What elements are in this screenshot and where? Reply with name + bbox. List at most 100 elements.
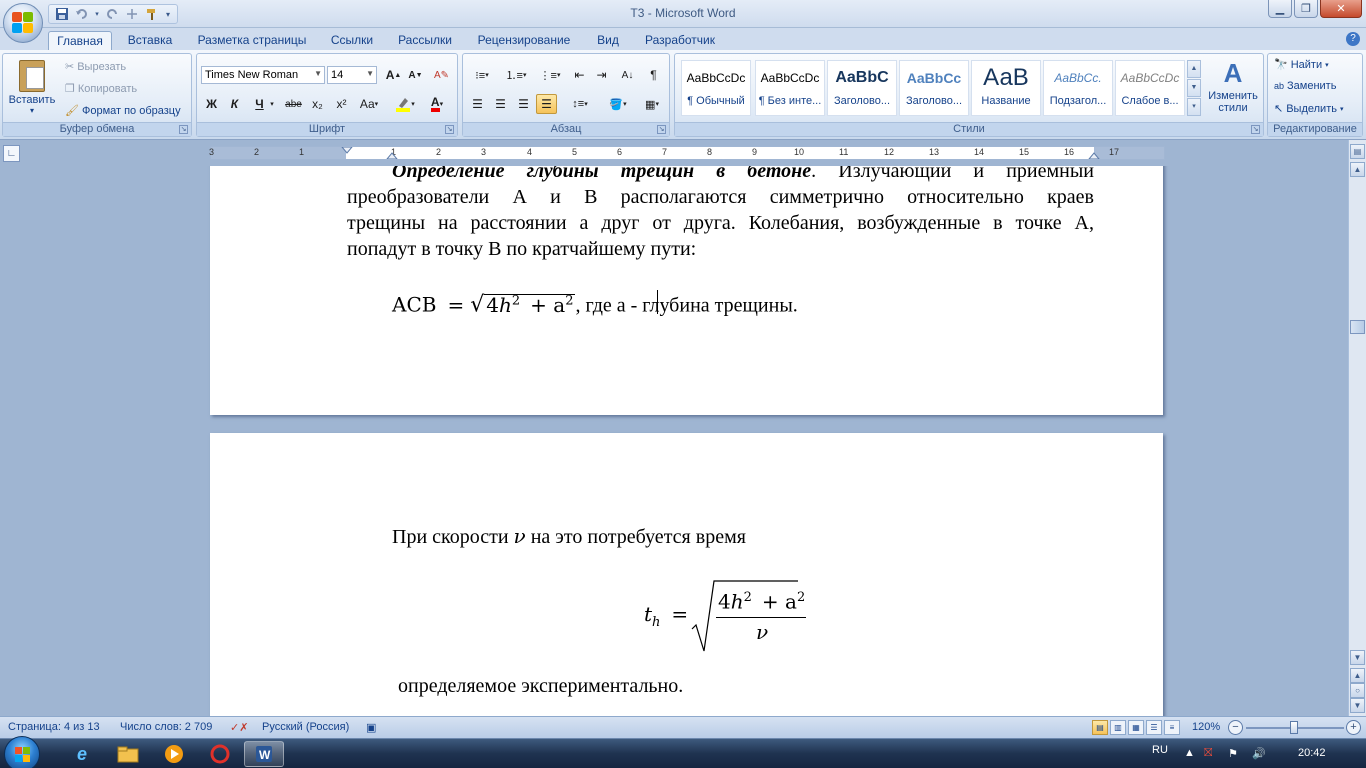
cut-button[interactable]: ✂ Вырезать bbox=[65, 60, 126, 74]
word-count[interactable]: Число слов: 2 709 bbox=[120, 721, 212, 733]
language-bar[interactable]: RU bbox=[1152, 744, 1168, 756]
close-icon[interactable]: ✕ bbox=[1320, 0, 1362, 18]
copy-button[interactable]: ❐ Копировать bbox=[65, 82, 137, 96]
web-layout-icon[interactable]: ▦ bbox=[1128, 720, 1144, 735]
vertical-scrollbar[interactable]: ▤ ▲ ▼ ▲ ○ ▼ bbox=[1348, 140, 1366, 716]
style-heading1[interactable]: AaBbC Заголово... bbox=[827, 60, 897, 116]
style-no-spacing[interactable]: AaBbCcDc ¶ Без инте... bbox=[755, 60, 825, 116]
clear-formatting-button[interactable]: A✎ bbox=[431, 65, 452, 85]
clipboard-launcher-icon[interactable]: ↘ bbox=[179, 125, 188, 134]
horizontal-ruler[interactable]: 3 2 1 1 2 3 4 5 6 7 8 9 10 11 12 13 14 1… bbox=[209, 146, 1165, 160]
minimize-icon[interactable]: ▁ bbox=[1268, 0, 1292, 18]
subscript-button[interactable]: x₂ bbox=[307, 94, 328, 114]
increase-indent-button[interactable]: ⇥ bbox=[591, 65, 612, 85]
document-area[interactable]: Определение глубины трещин в бетоне. Изл… bbox=[0, 166, 1348, 716]
word-icon[interactable]: W bbox=[244, 741, 284, 767]
scroll-down-icon[interactable]: ▼ bbox=[1350, 650, 1365, 665]
change-styles-button[interactable]: A Изменить стили bbox=[1203, 58, 1263, 118]
style-title[interactable]: АаВ Название bbox=[971, 60, 1041, 116]
zoom-out-icon[interactable]: − bbox=[1228, 720, 1243, 735]
tab-review[interactable]: Рецензирование bbox=[470, 31, 578, 50]
align-left-button[interactable]: ☰ bbox=[467, 94, 488, 114]
bold-button[interactable]: Ж bbox=[201, 94, 222, 114]
grow-font-button[interactable]: A ▲ bbox=[383, 65, 404, 85]
paragraph-launcher-icon[interactable]: ↘ bbox=[657, 125, 666, 134]
justify-button[interactable]: ☰ bbox=[536, 94, 557, 114]
tab-page-layout[interactable]: Разметка страницы bbox=[192, 31, 312, 50]
tab-selector-icon[interactable]: ∟ bbox=[3, 145, 20, 162]
language-indicator[interactable]: Русский (Россия) bbox=[262, 721, 349, 733]
align-center-button[interactable]: ☰ bbox=[490, 94, 511, 114]
style-normal[interactable]: AaBbCcDc ¶ Обычный bbox=[681, 60, 751, 116]
styles-launcher-icon[interactable]: ↘ bbox=[1251, 125, 1260, 134]
align-right-button[interactable]: ☰ bbox=[513, 94, 534, 114]
highlight-button[interactable]: ▾ bbox=[391, 94, 419, 114]
spelling-check-icon[interactable]: ✓✗ bbox=[230, 721, 248, 734]
style-subtle-emphasis[interactable]: AaBbCcDc Слабое в... bbox=[1115, 60, 1185, 116]
full-screen-reading-icon[interactable]: ▥ bbox=[1110, 720, 1126, 735]
tab-view[interactable]: Вид bbox=[590, 31, 626, 50]
gallery-down-icon[interactable]: ▼ bbox=[1187, 79, 1201, 97]
bullets-button[interactable]: ⁝≡ ▾ bbox=[467, 65, 497, 85]
show-hidden-icons-icon[interactable]: ▲ bbox=[1184, 747, 1195, 759]
change-case-button[interactable]: Аа ▾ bbox=[355, 94, 383, 114]
volume-icon[interactable]: 🔊 bbox=[1252, 747, 1266, 760]
strikethrough-button[interactable]: abe bbox=[283, 94, 304, 114]
next-page-icon[interactable]: ▼ bbox=[1350, 698, 1365, 713]
network-icon[interactable]: ⛝ bbox=[1204, 747, 1212, 760]
zoom-slider-thumb[interactable] bbox=[1290, 721, 1298, 734]
font-size-combo[interactable]: 14 ▼ bbox=[327, 66, 377, 84]
paragraph-experimental[interactable]: определяемое экспериментально. bbox=[398, 673, 683, 699]
formula-time[interactable]: th = 4h2 + a2 ν bbox=[644, 575, 844, 653]
action-center-icon[interactable]: ⚑ bbox=[1228, 747, 1238, 760]
tab-home[interactable]: Главная bbox=[48, 31, 112, 50]
font-color-button[interactable]: A ▾ bbox=[423, 94, 451, 114]
media-player-icon[interactable] bbox=[154, 741, 194, 767]
scroll-thumb[interactable] bbox=[1350, 320, 1365, 334]
draft-view-icon[interactable]: ≡ bbox=[1164, 720, 1180, 735]
formula-acb[interactable]: ACB = √ 4h2 + a2, где a - глубина трещины. bbox=[392, 288, 798, 319]
underline-dropdown-icon[interactable]: ▾ bbox=[267, 94, 277, 114]
paste-button[interactable]: Вставить ▾ bbox=[7, 58, 57, 118]
first-line-indent-icon[interactable] bbox=[341, 147, 353, 159]
style-heading2[interactable]: AaBbCc Заголово... bbox=[899, 60, 969, 116]
page-count[interactable]: Страница: 4 из 13 bbox=[8, 721, 100, 733]
paragraph-speed[interactable]: При скорости ν на это потребуется время bbox=[392, 523, 746, 550]
shrink-font-button[interactable]: A ▼ bbox=[405, 65, 426, 85]
show-marks-button[interactable]: ¶ bbox=[643, 65, 664, 85]
help-icon[interactable]: ? bbox=[1346, 32, 1360, 46]
multilevel-list-button[interactable]: ⋮≡ ▾ bbox=[535, 65, 565, 85]
shading-button[interactable]: 🪣 ▾ bbox=[603, 94, 633, 114]
gallery-more-icon[interactable]: ▾ bbox=[1187, 98, 1201, 116]
print-layout-view-icon[interactable]: ▤ bbox=[1092, 720, 1108, 735]
select-button[interactable]: ↖ Выделить ▾ bbox=[1274, 102, 1343, 116]
superscript-button[interactable]: x² bbox=[331, 94, 352, 114]
right-indent-icon[interactable] bbox=[1088, 147, 1100, 159]
tab-insert[interactable]: Вставка bbox=[120, 31, 180, 50]
style-subtitle[interactable]: AaBbCc. Подзагол... bbox=[1043, 60, 1113, 116]
scroll-up-icon[interactable]: ▲ bbox=[1350, 162, 1365, 177]
find-button[interactable]: 🔭 Найти ▾ bbox=[1274, 58, 1329, 72]
select-browse-object-icon[interactable]: ○ bbox=[1350, 683, 1365, 698]
tab-developer[interactable]: Разработчик bbox=[638, 31, 722, 50]
replace-button[interactable]: ab Заменить bbox=[1274, 80, 1336, 92]
page[interactable]: При скорости ν на это потребуется время … bbox=[210, 433, 1163, 716]
explorer-folder-icon[interactable] bbox=[108, 741, 148, 767]
page[interactable]: Определение глубины трещин в бетоне. Изл… bbox=[210, 166, 1163, 415]
font-name-combo[interactable]: Times New Roman ▼ bbox=[201, 66, 325, 84]
clock[interactable]: 20:42 bbox=[1298, 747, 1326, 759]
office-button[interactable] bbox=[3, 3, 43, 43]
borders-button[interactable]: ▦ ▾ bbox=[637, 94, 667, 114]
line-spacing-button[interactable]: ↕≡ ▾ bbox=[565, 94, 595, 114]
previous-page-icon[interactable]: ▲ bbox=[1350, 668, 1365, 683]
macro-record-icon[interactable]: ▣ bbox=[366, 721, 376, 734]
tab-mailings[interactable]: Рассылки bbox=[392, 31, 458, 50]
gallery-up-icon[interactable]: ▲ bbox=[1187, 60, 1201, 78]
outline-view-icon[interactable]: ☰ bbox=[1146, 720, 1162, 735]
tab-references[interactable]: Ссылки bbox=[324, 31, 380, 50]
decrease-indent-button[interactable]: ⇤ bbox=[569, 65, 590, 85]
paragraph-crack-depth[interactable]: Определение глубины трещин в бетоне. Изл… bbox=[347, 166, 1094, 262]
start-button[interactable] bbox=[4, 736, 40, 768]
zoom-level[interactable]: 120% bbox=[1192, 721, 1220, 733]
zoom-in-icon[interactable]: + bbox=[1346, 720, 1361, 735]
